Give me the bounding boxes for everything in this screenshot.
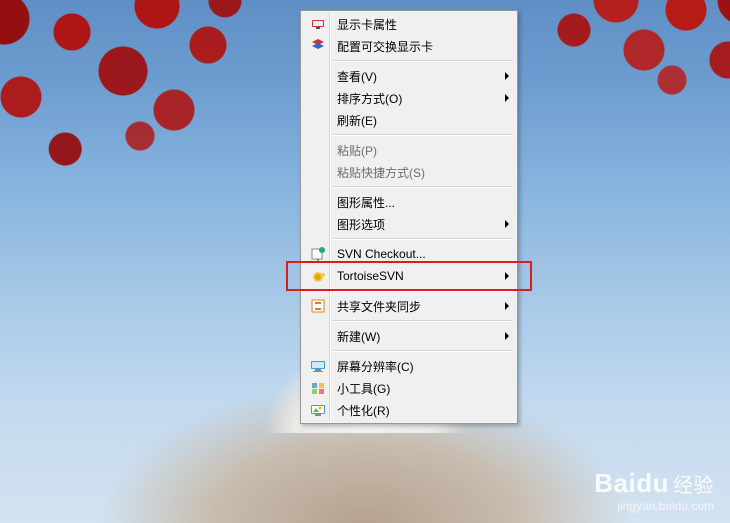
no-icon [305, 161, 331, 183]
menu-separator [333, 350, 513, 352]
menu-item-label: 粘贴(P) [331, 142, 495, 159]
maple-leaves-top-left [0, 0, 310, 240]
submenu-arrow-icon [505, 94, 509, 102]
watermark-url: jingyan.baidu.com [594, 499, 714, 513]
no-icon [305, 325, 331, 347]
submenu-arrow-icon [505, 302, 509, 310]
watermark: Baidu经验 jingyan.baidu.com [594, 468, 714, 513]
menu-item-refresh[interactable]: 刷新(E) [303, 109, 515, 131]
menu-item-label: 查看(V) [331, 68, 495, 85]
maple-leaves-top-right [490, 0, 730, 170]
menu-item-label: 图形选项 [331, 216, 495, 233]
menu-item-screen-res[interactable]: 屏幕分辨率(C) [303, 355, 515, 377]
menu-separator [333, 320, 513, 322]
no-icon [305, 191, 331, 213]
menu-item-label: TortoiseSVN [331, 269, 495, 283]
menu-item-label: 小工具(G) [331, 380, 495, 397]
menu-separator [333, 238, 513, 240]
menu-item-label: 新建(W) [331, 328, 495, 345]
personalize-icon [305, 399, 331, 421]
menu-item-label: SVN Checkout... [331, 247, 495, 261]
menu-item-label: 个性化(R) [331, 402, 495, 419]
menu-item-graphics-options[interactable]: 图形选项 [303, 213, 515, 235]
menu-item-share-sync[interactable]: 共享文件夹同步 [303, 295, 515, 317]
menu-item-label: 显示卡属性 [331, 16, 495, 33]
share-sync-icon [305, 295, 331, 317]
menu-item-view[interactable]: 查看(V) [303, 65, 515, 87]
no-icon [305, 109, 331, 131]
submenu-arrow-icon [505, 220, 509, 228]
menu-item-paste-shortcut: 粘贴快捷方式(S) [303, 161, 515, 183]
menu-item-label: 排序方式(O) [331, 90, 495, 107]
submenu-arrow-icon [505, 272, 509, 280]
menu-item-label: 图形属性... [331, 194, 495, 211]
menu-separator [333, 290, 513, 292]
menu-item-label: 屏幕分辨率(C) [331, 358, 495, 375]
desktop-context-menu: 显示卡属性配置可交换显示卡查看(V) 排序方式(O) 刷新(E) 粘贴(P) 粘贴快捷方… [300, 10, 518, 424]
svn-checkout-icon [305, 243, 331, 265]
tortoise-icon [305, 265, 331, 287]
menu-item-paste: 粘贴(P) [303, 139, 515, 161]
menu-item-label: 配置可交换显示卡 [331, 38, 495, 55]
menu-item-graphics-props[interactable]: 图形属性... [303, 191, 515, 213]
gadgets-icon [305, 377, 331, 399]
gpu-icon [305, 13, 331, 35]
menu-item-label: 共享文件夹同步 [331, 298, 495, 315]
menu-separator [333, 134, 513, 136]
submenu-arrow-icon [505, 332, 509, 340]
desktop-wallpaper: 显示卡属性配置可交换显示卡查看(V) 排序方式(O) 刷新(E) 粘贴(P) 粘贴快捷方… [0, 0, 730, 523]
menu-separator [333, 186, 513, 188]
monitor-icon [305, 355, 331, 377]
submenu-arrow-icon [505, 72, 509, 80]
menu-item-personalize[interactable]: 个性化(R) [303, 399, 515, 421]
menu-item-tortoisesvn[interactable]: TortoiseSVN [303, 265, 515, 287]
menu-item-new[interactable]: 新建(W) [303, 325, 515, 347]
no-icon [305, 213, 331, 235]
menu-item-switchable-gpu[interactable]: 配置可交换显示卡 [303, 35, 515, 57]
no-icon [305, 65, 331, 87]
gpu-switch-icon [305, 35, 331, 57]
menu-item-label: 刷新(E) [331, 112, 495, 129]
menu-separator [333, 60, 513, 62]
menu-item-svn-checkout[interactable]: SVN Checkout... [303, 243, 515, 265]
no-icon [305, 87, 331, 109]
menu-item-sort[interactable]: 排序方式(O) [303, 87, 515, 109]
watermark-logo-sub: 经验 [673, 475, 714, 497]
menu-item-label: 粘贴快捷方式(S) [331, 164, 495, 181]
menu-item-gadgets[interactable]: 小工具(G) [303, 377, 515, 399]
watermark-logo-main: Baidu [594, 468, 669, 498]
menu-item-gpu-props[interactable]: 显示卡属性 [303, 13, 515, 35]
no-icon [305, 139, 331, 161]
